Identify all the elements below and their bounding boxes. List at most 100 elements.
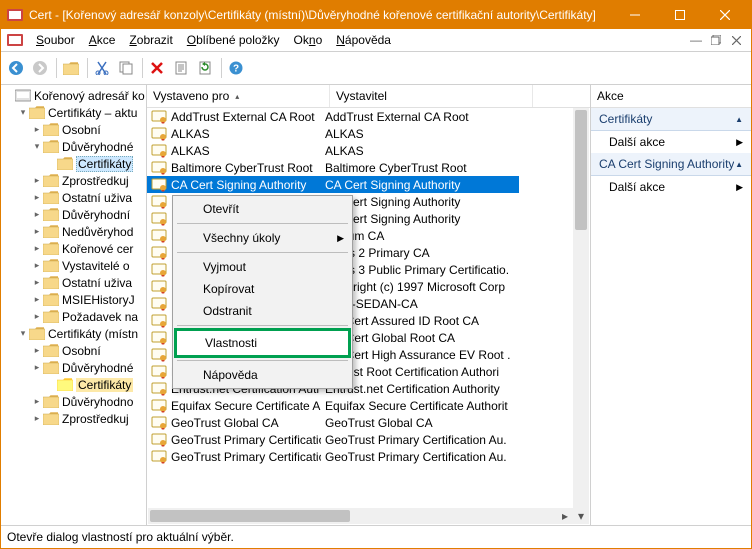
context-menu-item[interactable]: Odstranit xyxy=(175,300,350,322)
tree-toggle-icon[interactable]: ▾ xyxy=(17,328,29,339)
copy-button[interactable] xyxy=(115,57,137,79)
tree-item[interactable]: ▸Důvěryhodní xyxy=(1,206,146,223)
tree-toggle-icon[interactable]: ▸ xyxy=(31,192,43,203)
table-row[interactable]: GeoTrust Global CAGeoTrust Global CA xyxy=(147,414,590,431)
tree-toggle-icon[interactable]: ▸ xyxy=(31,243,43,254)
cut-button[interactable] xyxy=(91,57,113,79)
tree-pane[interactable]: Kořenový adresář ko ▾Certifikáty – aktu ▸… xyxy=(1,85,147,525)
table-row[interactable]: CA Cert Signing AuthorityCA Cert Signing… xyxy=(147,176,590,193)
tree-item[interactable]: ▸Důvěryhodno xyxy=(1,393,146,410)
tree-item[interactable]: ▸Zprostředkuj xyxy=(1,410,146,427)
actions-section-certificates[interactable]: Certifikáty ▲ xyxy=(591,108,751,131)
scroll-right-button[interactable]: ▸ xyxy=(557,508,573,524)
certificate-icon xyxy=(151,365,167,379)
tree-item[interactable]: ▾Certifikáty (místn xyxy=(1,325,146,342)
tree-toggle-icon[interactable]: ▸ xyxy=(31,345,43,356)
tree-item[interactable]: Certifikáty xyxy=(1,155,146,172)
scroll-down-button[interactable]: ▾ xyxy=(573,508,589,524)
tree-item[interactable]: ▸ Osobní xyxy=(1,342,146,359)
context-menu-separator xyxy=(177,252,348,253)
context-menu-item-label: Vlastnosti xyxy=(205,336,257,350)
context-menu-item[interactable]: Nápověda xyxy=(175,364,350,386)
tree-item[interactable]: ▸Osobní xyxy=(1,121,146,138)
column-issued-to[interactable]: Vystaveno pro▴ xyxy=(147,85,330,107)
tree-toggle-icon[interactable]: ▸ xyxy=(31,175,43,186)
table-row[interactable]: Equifax Secure Certificate Auth...Equifa… xyxy=(147,397,590,414)
mdi-minimize-button[interactable]: — xyxy=(687,31,705,49)
menu-view[interactable]: Zobrazit xyxy=(122,32,179,48)
tree-toggle-icon[interactable]: ▸ xyxy=(31,396,43,407)
actions-more-2[interactable]: Další akce ▶ xyxy=(591,176,751,198)
table-row[interactable]: GeoTrust Primary Certification ...GeoTru… xyxy=(147,431,590,448)
tree-toggle-icon[interactable]: ▸ xyxy=(31,294,43,305)
vertical-scrollbar[interactable]: ▾ xyxy=(573,108,589,524)
table-row[interactable]: GeoTrust Primary Certification ...GeoTru… xyxy=(147,448,590,465)
tree-item[interactable]: ▸Důvěryhodné xyxy=(1,359,146,376)
menu-action[interactable]: Akce xyxy=(82,32,123,48)
cell-issued-to: AddTrust External CA Root xyxy=(171,110,315,124)
tree-toggle-icon[interactable]: ▾ xyxy=(17,107,29,118)
forward-button[interactable] xyxy=(29,57,51,79)
up-one-level-button[interactable] xyxy=(60,57,82,79)
mdi-close-button[interactable] xyxy=(727,31,745,49)
tree-item[interactable]: ▸Vystavitelé o xyxy=(1,257,146,274)
tree-item[interactable]: ▸ Ostatní uživa xyxy=(1,274,146,291)
tree-item[interactable]: ▸Ostatní uživa xyxy=(1,189,146,206)
tree-toggle-icon[interactable]: ▸ xyxy=(31,362,43,373)
tree-toggle-icon[interactable]: ▸ xyxy=(31,277,43,288)
back-button[interactable] xyxy=(5,57,27,79)
status-text: Otevře dialog vlastností pro aktuální vý… xyxy=(7,530,234,544)
mdi-restore-button[interactable] xyxy=(707,31,725,49)
context-menu-item[interactable]: Všechny úkoly▶ xyxy=(175,227,350,249)
tree-item[interactable]: ▸MSIEHistoryJ xyxy=(1,291,146,308)
tree-item[interactable]: Certifikáty xyxy=(1,376,146,393)
tree-item[interactable]: ▸Zprostředkuj xyxy=(1,172,146,189)
column-issuer[interactable]: Vystavitel xyxy=(330,85,533,107)
properties-button[interactable] xyxy=(170,57,192,79)
tree-toggle-icon[interactable]: ▸ xyxy=(31,209,43,220)
tree-toggle-icon[interactable]: ▾ xyxy=(31,141,43,152)
context-menu-item-label: Nápověda xyxy=(203,368,258,382)
window-maximize-button[interactable] xyxy=(657,1,702,29)
actions-section-selected-cert[interactable]: CA Cert Signing Authority ▲ xyxy=(591,153,751,176)
delete-button[interactable] xyxy=(146,57,168,79)
tree-root-item[interactable]: Kořenový adresář ko xyxy=(1,87,146,104)
scrollbar-thumb[interactable] xyxy=(575,110,587,230)
menu-help[interactable]: Nápověda xyxy=(329,32,398,48)
tree-item[interactable]: ▾Certifikáty – aktu xyxy=(1,104,146,121)
window-minimize-button[interactable] xyxy=(612,1,657,29)
actions-more-1[interactable]: Další akce ▶ xyxy=(591,131,751,153)
context-menu-item-label: Kopírovat xyxy=(203,282,254,296)
certificate-icon xyxy=(151,229,167,243)
certificate-icon xyxy=(151,399,167,413)
help-button[interactable]: ? xyxy=(225,57,247,79)
refresh-button[interactable] xyxy=(194,57,216,79)
tree-item-label: Osobní xyxy=(62,344,101,358)
context-menu-item[interactable]: Otevřít xyxy=(175,198,350,220)
tree-item-label: Ostatní uživa xyxy=(62,276,132,290)
window-close-button[interactable] xyxy=(702,1,747,29)
tree-toggle-icon[interactable]: ▸ xyxy=(31,311,43,322)
context-menu-item[interactable]: Vyjmout xyxy=(175,256,350,278)
tree-item[interactable]: ▸Nedůvěryhod xyxy=(1,223,146,240)
svg-text:?: ? xyxy=(233,64,239,75)
menu-favorites[interactable]: Oblíbené položky xyxy=(180,32,287,48)
table-row[interactable]: ALKASALKAS xyxy=(147,125,590,142)
tree-item[interactable]: ▾Důvěryhodné xyxy=(1,138,146,155)
tree-item[interactable]: ▸Kořenové cer xyxy=(1,240,146,257)
table-row[interactable]: ALKASALKAS xyxy=(147,142,590,159)
context-menu-item[interactable]: Vlastnosti xyxy=(174,328,351,358)
table-row[interactable]: AddTrust External CA RootAddTrust Extern… xyxy=(147,108,590,125)
tree-toggle-icon[interactable]: ▸ xyxy=(31,260,43,271)
tree-item[interactable]: ▸Požadavek na xyxy=(1,308,146,325)
horizontal-scrollbar[interactable]: ▸ xyxy=(148,508,573,524)
tree-toggle-icon[interactable]: ▸ xyxy=(31,124,43,135)
context-menu-item[interactable]: Kopírovat xyxy=(175,278,350,300)
menu-file[interactable]: Soubor xyxy=(29,32,82,48)
certificate-icon xyxy=(151,212,167,226)
scrollbar-thumb[interactable] xyxy=(150,510,350,522)
tree-toggle-icon[interactable]: ▸ xyxy=(31,226,43,237)
menu-window[interactable]: Okno xyxy=(287,32,330,48)
table-row[interactable]: Baltimore CyberTrust RootBaltimore Cyber… xyxy=(147,159,590,176)
tree-toggle-icon[interactable]: ▸ xyxy=(31,413,43,424)
